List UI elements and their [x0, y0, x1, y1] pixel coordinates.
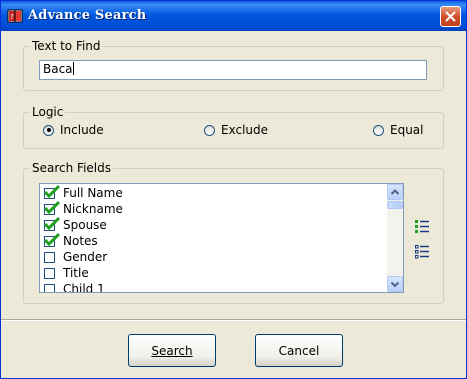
- checkbox-nickname[interactable]: [44, 200, 60, 215]
- scroll-thumb[interactable]: [387, 201, 403, 209]
- chevron-up-icon: [390, 189, 400, 195]
- uncheck-all-icon[interactable]: [414, 244, 430, 260]
- radio-include[interactable]: Include: [43, 123, 104, 137]
- radio-equal[interactable]: Equal: [373, 123, 424, 137]
- radio-exclude-label: Exclude: [221, 123, 269, 137]
- check-all-icon[interactable]: [414, 219, 430, 235]
- radio-exclude[interactable]: Exclude: [204, 123, 268, 137]
- title-bar[interactable]: ? Advance Search: [1, 1, 466, 31]
- search-fields-legend: Search Fields: [32, 161, 111, 175]
- scroll-down-button[interactable]: [387, 276, 403, 292]
- list-item-label: Nickname: [63, 202, 123, 216]
- search-button[interactable]: Search: [128, 334, 216, 367]
- list-item-label: Gender: [63, 250, 108, 264]
- check-icon: [44, 200, 60, 214]
- scroll-up-button[interactable]: [387, 184, 403, 200]
- radio-equal-label: Equal: [390, 123, 424, 137]
- check-icon: [44, 232, 60, 246]
- list-item-notes[interactable]: Notes: [44, 232, 98, 249]
- list-item-spouse[interactable]: Spouse: [44, 216, 107, 233]
- list-item-nickname[interactable]: Nickname: [44, 200, 123, 217]
- checkbox-gender[interactable]: [44, 251, 55, 263]
- list-item-label: Spouse: [63, 218, 107, 232]
- radio-equal-dot[interactable]: [373, 124, 384, 136]
- cancel-button[interactable]: Cancel: [255, 334, 343, 367]
- search-button-label: Search: [151, 343, 193, 358]
- text-to-find-legend: Text to Find: [32, 39, 101, 53]
- radio-exclude-dot[interactable]: [204, 124, 215, 136]
- list-item-full-name[interactable]: Full Name: [44, 184, 123, 201]
- search-fields-list[interactable]: Full Name Nickname Spouse Notes Gender T…: [39, 183, 404, 293]
- list-scrollbar[interactable]: [387, 184, 403, 292]
- list-item-label: Full Name: [63, 186, 123, 200]
- list-item-child-1[interactable]: Child 1: [44, 281, 105, 293]
- cancel-button-label: Cancel: [278, 343, 320, 358]
- list-item-label: Title: [63, 266, 89, 280]
- checkbox-notes[interactable]: [44, 232, 60, 247]
- list-item-title[interactable]: Title: [44, 265, 89, 281]
- list-item-label: Notes: [63, 234, 98, 248]
- list-item-gender[interactable]: Gender: [44, 249, 107, 265]
- check-icon: [44, 184, 60, 198]
- checkbox-full-name[interactable]: [44, 184, 60, 199]
- advance-search-dialog: ? Advance Search Text to Find Baca Logic…: [0, 0, 467, 379]
- chevron-down-icon: [390, 281, 400, 288]
- checkbox-spouse[interactable]: [44, 216, 60, 231]
- check-icon: [44, 216, 60, 230]
- checkbox-title[interactable]: [44, 267, 55, 279]
- text-to-find-value: Baca: [43, 62, 73, 76]
- close-icon: [445, 11, 456, 22]
- radio-include-dot[interactable]: [43, 124, 54, 136]
- logic-legend: Logic: [32, 105, 64, 119]
- text-to-find-input[interactable]: Baca: [39, 60, 427, 80]
- book-icon: ?: [7, 9, 23, 23]
- checkbox-child-1[interactable]: [44, 283, 55, 292]
- close-button[interactable]: [440, 6, 461, 27]
- radio-include-label: Include: [60, 123, 104, 137]
- svg-text:?: ?: [10, 13, 14, 21]
- window-title: Advance Search: [28, 8, 147, 23]
- button-separator: [1, 319, 466, 321]
- list-item-label: Child 1: [63, 282, 105, 293]
